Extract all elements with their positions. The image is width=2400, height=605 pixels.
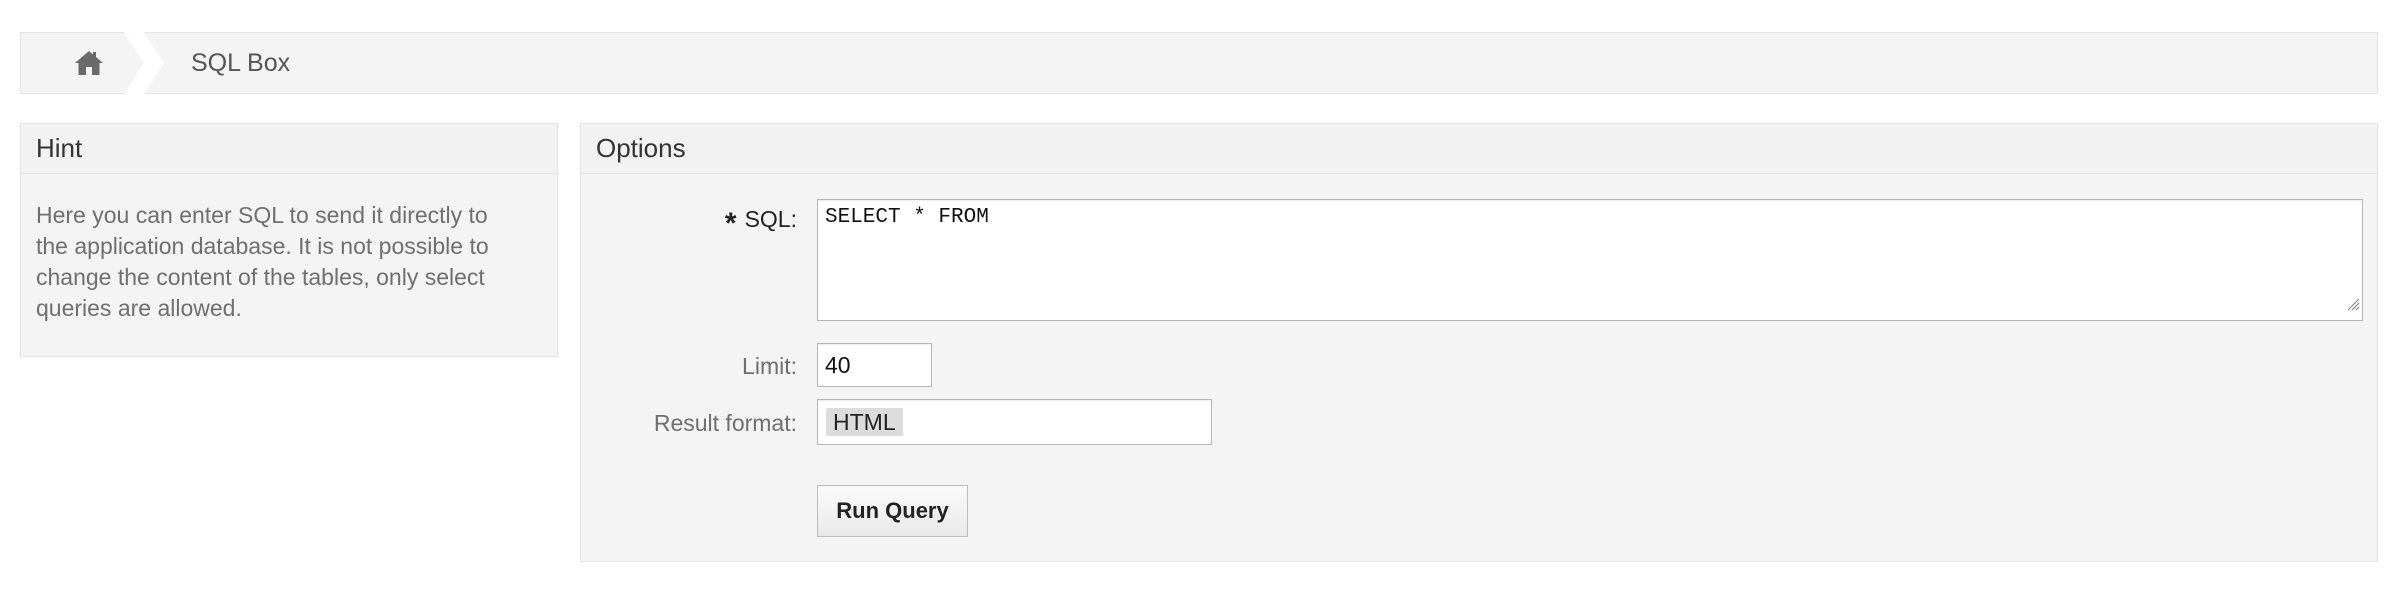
required-mark: * xyxy=(724,207,737,240)
hint-panel-title: Hint xyxy=(21,124,557,174)
limit-label: Limit: xyxy=(742,353,797,379)
sql-label-text: SQL: xyxy=(744,206,797,232)
breadcrumb-home[interactable] xyxy=(21,33,128,93)
hint-panel: Hint Here you can enter SQL to send it d… xyxy=(20,123,558,357)
resize-grip-icon[interactable] xyxy=(2346,295,2360,318)
hint-text: Here you can enter SQL to send it direct… xyxy=(21,174,557,324)
page: SQL Box Hint Here you can enter SQL to s… xyxy=(0,0,2400,605)
result-format-selected-token[interactable]: HTML xyxy=(826,408,903,436)
hint-text-line: change the content of the tables, only s… xyxy=(36,264,485,290)
options-panel: Options * SQL: SELECT * FROM Limit: 40 Re… xyxy=(580,123,2378,562)
run-query-button[interactable]: Run Query xyxy=(817,485,968,537)
options-panel-title: Options xyxy=(581,124,2377,174)
result-format-label: Result format: xyxy=(653,410,797,436)
breadcrumb-current: SQL Box xyxy=(191,49,291,77)
home-icon xyxy=(74,50,104,76)
sql-label: * SQL: xyxy=(581,206,797,241)
result-format-select[interactable]: HTML xyxy=(817,399,1212,445)
hint-text-line: queries are allowed. xyxy=(36,295,242,321)
breadcrumb: SQL Box xyxy=(20,32,2378,94)
hint-text-line: Here you can enter SQL to send it direct… xyxy=(36,202,488,228)
sql-textarea-value: SELECT * FROM xyxy=(825,206,989,229)
limit-input[interactable]: 40 xyxy=(817,343,932,387)
hint-text-line: the application database. It is not poss… xyxy=(36,233,489,259)
sql-textarea[interactable]: SELECT * FROM xyxy=(817,199,2363,321)
